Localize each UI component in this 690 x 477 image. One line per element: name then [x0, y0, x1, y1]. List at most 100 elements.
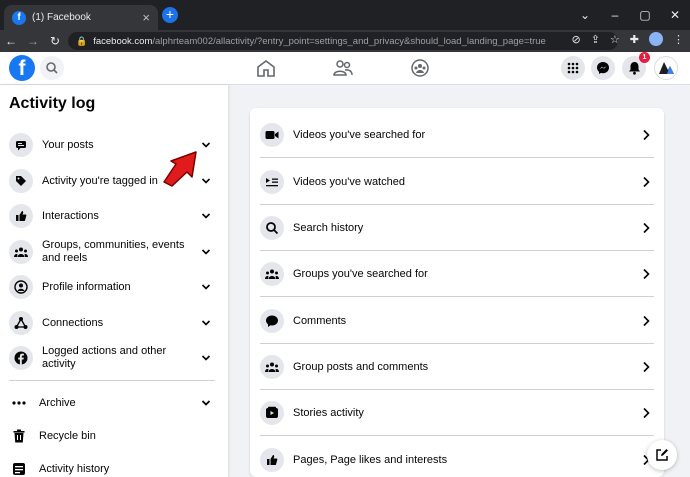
sidebar-item-profile[interactable]: Profile information	[9, 275, 215, 299]
avatar-logo-icon	[659, 62, 674, 74]
sidebar-item-label: Groups, communities, events and reels	[42, 239, 185, 264]
chevron-right-icon[interactable]	[642, 176, 650, 188]
close-window-icon[interactable]: ✕	[660, 8, 690, 22]
sidebar-item-groups[interactable]: Groups, communities, events and reels	[9, 237, 215, 267]
post-icon	[9, 133, 33, 157]
facebook-logo[interactable]: f	[9, 55, 35, 81]
menu-button[interactable]	[561, 56, 585, 80]
sidebar-item-connections[interactable]: Connections	[9, 311, 215, 335]
new-message-button[interactable]	[647, 440, 677, 470]
account-avatar[interactable]	[654, 56, 678, 80]
sidebar-item-label: Interactions	[42, 209, 99, 222]
bell-icon	[628, 62, 640, 75]
groups-icon[interactable]	[410, 59, 430, 77]
grid-menu-icon	[567, 62, 579, 74]
friends-icon[interactable]	[333, 59, 353, 77]
back-icon[interactable]: ←	[0, 34, 22, 48]
list-item-stories-activity[interactable]: Stories activity	[260, 390, 654, 436]
list-item-label: Group posts and comments	[293, 360, 429, 373]
messenger-button[interactable]	[591, 56, 615, 80]
sidebar-item-activity-history[interactable]: Activity history	[9, 459, 215, 477]
chevron-down-icon[interactable]	[201, 318, 211, 328]
list-item-label: Search history	[293, 221, 364, 234]
groups-icon	[260, 354, 284, 379]
groups-icon	[260, 261, 284, 286]
facebook-favicon-icon: f	[12, 10, 26, 25]
new-tab-button[interactable]: +	[162, 7, 178, 23]
sidebar-item-interactions[interactable]: Interactions	[9, 204, 215, 228]
chevron-right-icon[interactable]	[642, 407, 650, 419]
chevron-right-icon[interactable]	[642, 222, 650, 234]
sidebar-title: Activity log	[9, 95, 96, 112]
activity-log-sidebar: Activity log Your posts Activity you're …	[0, 85, 228, 477]
list-item-label: Videos you've watched	[293, 175, 405, 188]
sidebar-item-archive[interactable]: Archive	[9, 393, 215, 413]
close-tab-icon[interactable]: ×	[142, 10, 150, 25]
home-icon[interactable]	[256, 59, 276, 77]
lock-icon[interactable]: 🔒	[76, 36, 87, 47]
list-item-label: Videos you've searched for	[293, 128, 426, 141]
video-list-icon	[260, 169, 284, 194]
annotation-arrow	[163, 151, 197, 187]
browser-tab[interactable]: f (1) Facebook ×	[4, 5, 158, 30]
chevron-right-icon[interactable]	[642, 315, 650, 327]
list-item-groups-searched[interactable]: Groups you've searched for	[260, 251, 654, 297]
search-button[interactable]	[40, 56, 64, 80]
address-bar[interactable]: 🔒 facebook.com /alphrteam002/allactivity…	[68, 32, 618, 50]
list-item-label: Comments	[293, 314, 347, 327]
profile-avatar-icon[interactable]	[649, 32, 663, 46]
reload-icon[interactable]: ↻	[44, 34, 66, 48]
chevron-down-icon[interactable]	[201, 398, 211, 408]
list-item-label: Groups you've searched for	[293, 267, 428, 280]
list-item-group-posts[interactable]: Group posts and comments	[260, 344, 654, 390]
list-item-search-history[interactable]: Search history	[260, 205, 654, 251]
more-menu-icon[interactable]: ⋮	[673, 33, 684, 46]
sidebar-item-label: Connections	[42, 316, 104, 329]
thumbs-up-icon	[9, 204, 33, 228]
chevron-down-icon[interactable]	[201, 247, 211, 257]
list-item-videos-watched[interactable]: Videos you've watched	[260, 159, 654, 205]
list-item-label: Pages, Page likes and interests	[293, 454, 448, 466]
search-icon	[260, 215, 284, 240]
sidebar-divider	[9, 380, 215, 381]
sidebar-item-logged-actions[interactable]: Logged actions and other activity	[9, 343, 215, 373]
chevron-down-icon[interactable]	[201, 282, 211, 292]
chevron-right-icon[interactable]	[642, 361, 650, 373]
window-controls: ⌄ – ▢ ✕	[570, 0, 690, 30]
chevron-down-icon[interactable]	[201, 353, 211, 363]
list-item-comments[interactable]: Comments	[260, 298, 654, 344]
trash-icon	[9, 429, 29, 443]
eye-slash-icon[interactable]: ⊘	[571, 33, 580, 46]
chevron-down-icon[interactable]	[201, 211, 211, 221]
maximize-icon[interactable]: ▢	[630, 8, 660, 22]
browser-extensions: ⊘ ⇪ ☆ ✚ ⋮	[571, 32, 684, 46]
forward-icon[interactable]: →	[22, 34, 44, 48]
messenger-icon	[597, 62, 609, 74]
sidebar-item-recycle-bin[interactable]: Recycle bin	[9, 426, 215, 446]
puzzle-extension-icon[interactable]: ✚	[630, 33, 639, 46]
share-icon[interactable]: ⇪	[591, 33, 600, 46]
archive-icon	[9, 400, 29, 406]
tab-title: (1) Facebook	[32, 12, 91, 23]
sidebar-item-label: Recycle bin	[39, 429, 96, 442]
chevron-down-icon[interactable]: ⌄	[570, 8, 600, 22]
chevron-right-icon[interactable]	[642, 129, 650, 141]
list-item-pages-likes[interactable]: Pages, Page likes and interests	[260, 437, 654, 477]
groups-icon	[9, 240, 33, 264]
facebook-icon	[9, 346, 33, 370]
minimize-icon[interactable]: –	[600, 8, 630, 22]
profile-icon	[9, 275, 33, 299]
bookmark-star-icon[interactable]: ☆	[610, 33, 620, 46]
chevron-right-icon[interactable]	[642, 268, 650, 280]
thumbs-up-icon	[260, 448, 284, 472]
browser-toolbar: ← → ↻ 🔒 facebook.com /alphrteam002/allac…	[0, 30, 690, 52]
sidebar-item-label: Profile information	[42, 280, 131, 293]
video-camera-icon	[260, 122, 284, 147]
notification-badge: 1	[639, 52, 650, 63]
tag-icon	[9, 169, 33, 193]
list-item-label: Stories activity	[293, 406, 364, 419]
url-domain: facebook.com	[93, 35, 153, 47]
browser-tab-bar: f (1) Facebook × + ⌄ – ▢ ✕	[0, 0, 690, 30]
notifications-button[interactable]: 1	[622, 52, 650, 80]
list-item-videos-searched[interactable]: Videos you've searched for	[260, 112, 654, 158]
